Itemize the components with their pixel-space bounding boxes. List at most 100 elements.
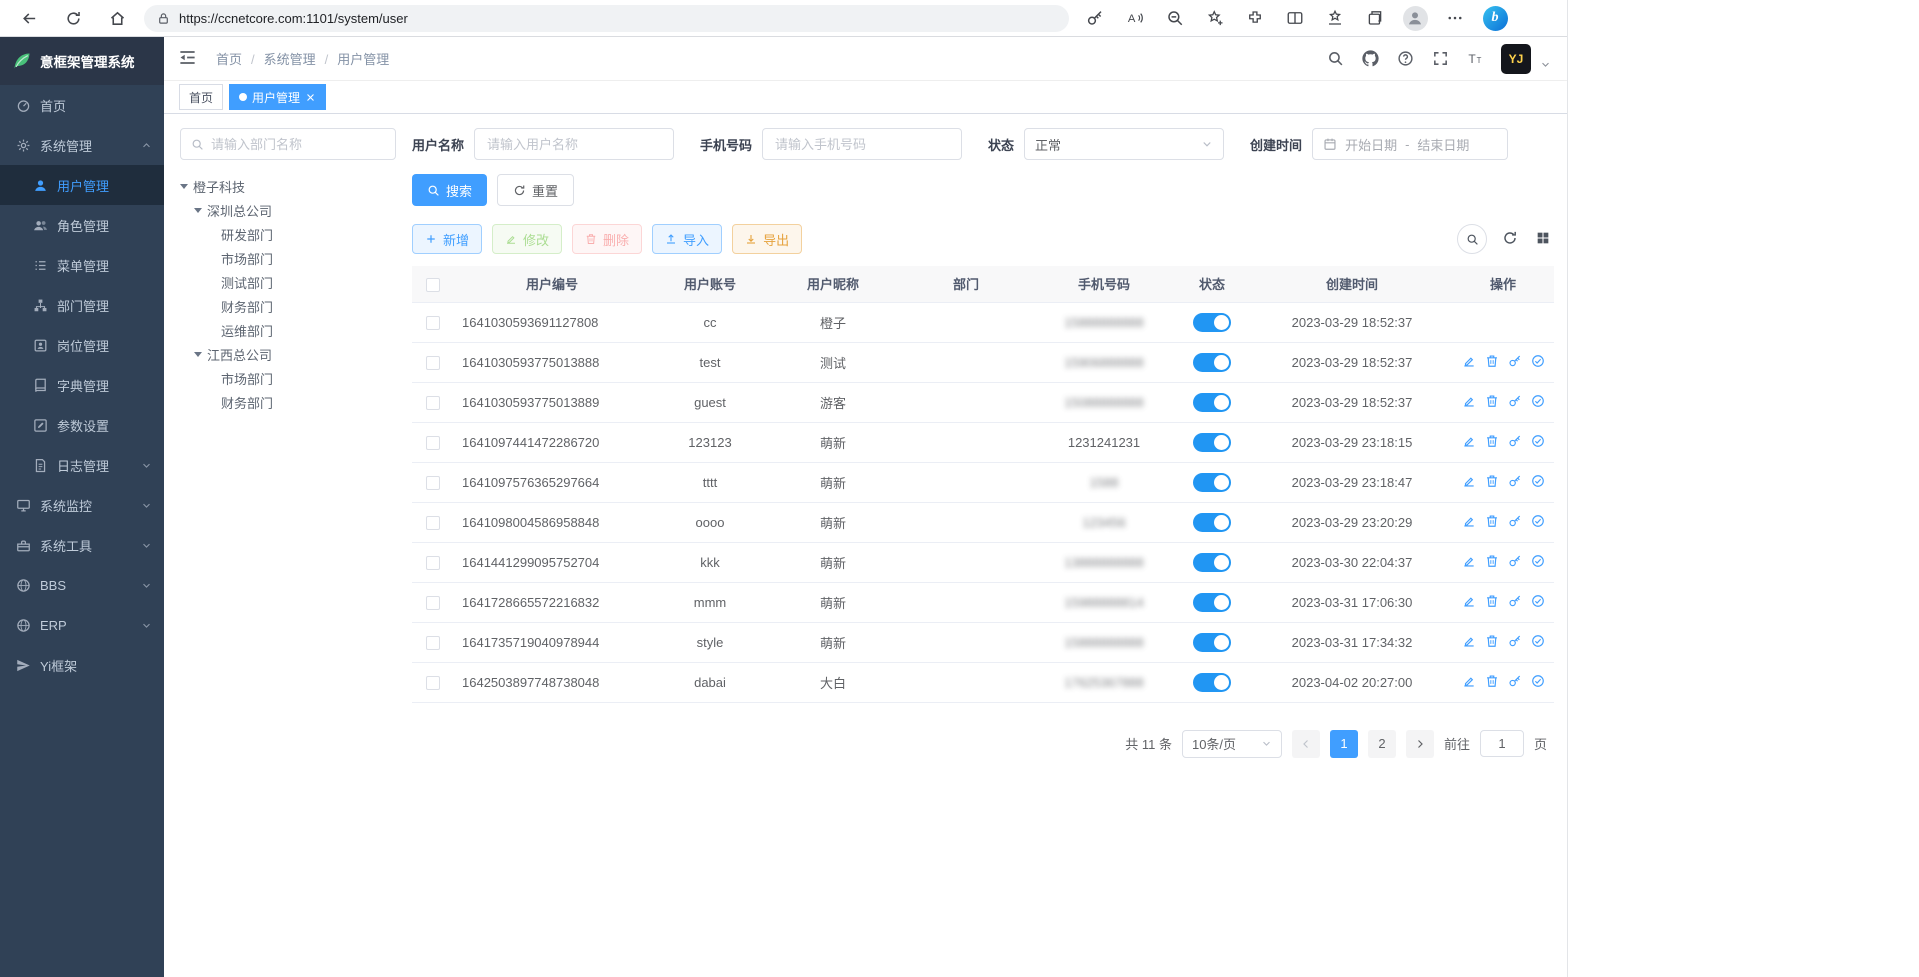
department-search-input[interactable] [211, 137, 385, 152]
row-reset-password-icon[interactable] [1508, 514, 1522, 528]
tree-node[interactable]: 市场部门 [180, 246, 396, 270]
phone-input[interactable] [762, 128, 962, 160]
copilot-icon[interactable]: b [1475, 3, 1515, 33]
browser-profile-avatar[interactable] [1395, 3, 1435, 33]
row-checkbox[interactable] [426, 556, 440, 570]
tree-node[interactable]: 财务部门 [180, 294, 396, 318]
reset-button[interactable]: 重置 [497, 174, 574, 206]
export-button[interactable]: 导出 [732, 224, 802, 254]
status-toggle[interactable] [1193, 553, 1231, 572]
row-checkbox[interactable] [426, 396, 440, 410]
table-refresh-button[interactable] [1502, 230, 1520, 248]
search-button[interactable]: 搜索 [412, 174, 487, 206]
column-header[interactable]: 操作 [1452, 266, 1554, 302]
row-reset-password-icon[interactable] [1508, 634, 1522, 648]
status-select[interactable]: 正常 [1024, 128, 1224, 160]
tree-node[interactable]: 江西总公司 [180, 342, 396, 366]
username-input[interactable] [474, 128, 674, 160]
column-header[interactable]: 状态 [1172, 266, 1252, 302]
row-checkbox[interactable] [426, 436, 440, 450]
view-tab[interactable]: 首页 [179, 84, 223, 110]
row-assign-role-icon[interactable] [1531, 514, 1545, 528]
row-reset-password-icon[interactable] [1508, 474, 1522, 488]
select-all-checkbox[interactable] [426, 278, 440, 292]
sidebar-item-dict-mgmt[interactable]: 字典管理 [0, 365, 164, 405]
row-edit-icon[interactable] [1462, 514, 1476, 528]
row-checkbox[interactable] [426, 316, 440, 330]
row-reset-password-icon[interactable] [1508, 434, 1522, 448]
column-header[interactable]: 部门 [896, 266, 1036, 302]
import-button[interactable]: 导入 [652, 224, 722, 254]
font-size-icon[interactable] [1466, 50, 1484, 68]
row-checkbox[interactable] [426, 476, 440, 490]
row-reset-password-icon[interactable] [1508, 674, 1522, 688]
tree-node[interactable]: 橙子科技 [180, 174, 396, 198]
sidebar-item-menu-mgmt[interactable]: 菜单管理 [0, 245, 164, 285]
status-toggle[interactable] [1193, 593, 1231, 612]
row-delete-icon[interactable] [1485, 594, 1499, 608]
row-reset-password-icon[interactable] [1508, 394, 1522, 408]
user-avatar[interactable]: YJ [1501, 44, 1531, 74]
row-edit-icon[interactable] [1462, 434, 1476, 448]
sidebar-item-post-mgmt[interactable]: 岗位管理 [0, 325, 164, 365]
status-toggle[interactable] [1193, 473, 1231, 492]
sidebar-item-system-monitor[interactable]: 系统监控 [0, 485, 164, 525]
sidebar-item-log-mgmt[interactable]: 日志管理 [0, 445, 164, 485]
tree-node[interactable]: 财务部门 [180, 390, 396, 414]
tree-node[interactable]: 研发部门 [180, 222, 396, 246]
zoom-icon[interactable] [1155, 3, 1195, 33]
sidebar-item-bbs[interactable]: BBS [0, 565, 164, 605]
row-reset-password-icon[interactable] [1508, 554, 1522, 568]
sidebar-item-erp[interactable]: ERP [0, 605, 164, 645]
row-edit-icon[interactable] [1462, 634, 1476, 648]
sidebar-item-home[interactable]: 首页 [0, 85, 164, 125]
favorites-bar-icon[interactable] [1315, 3, 1355, 33]
breadcrumb-item[interactable]: 首页 [216, 49, 242, 68]
column-settings-button[interactable] [1535, 230, 1553, 248]
tree-node[interactable]: 测试部门 [180, 270, 396, 294]
column-header[interactable]: 用户编号 [454, 266, 650, 302]
row-delete-icon[interactable] [1485, 674, 1499, 688]
row-edit-icon[interactable] [1462, 594, 1476, 608]
row-assign-role-icon[interactable] [1531, 394, 1545, 408]
breadcrumb-item[interactable]: 系统管理 [242, 49, 316, 68]
tree-node[interactable]: 深圳总公司 [180, 198, 396, 222]
row-delete-icon[interactable] [1485, 554, 1499, 568]
row-delete-icon[interactable] [1485, 434, 1499, 448]
sidebar-item-yi-framework[interactable]: Yi框架 [0, 645, 164, 685]
sidebar-item-system-tools[interactable]: 系统工具 [0, 525, 164, 565]
row-assign-role-icon[interactable] [1531, 634, 1545, 648]
row-delete-icon[interactable] [1485, 514, 1499, 528]
sidebar-item-user-mgmt[interactable]: 用户管理 [0, 165, 164, 205]
sidebar-item-system-mgmt[interactable]: 系统管理 [0, 125, 164, 165]
row-delete-icon[interactable] [1485, 394, 1499, 408]
add-button[interactable]: 新增 [412, 224, 482, 254]
sidebar-item-param-settings[interactable]: 参数设置 [0, 405, 164, 445]
row-delete-icon[interactable] [1485, 634, 1499, 648]
status-toggle[interactable] [1193, 313, 1231, 332]
row-checkbox[interactable] [426, 636, 440, 650]
row-delete-icon[interactable] [1485, 354, 1499, 368]
column-header[interactable]: 手机号码 [1036, 266, 1172, 302]
row-assign-role-icon[interactable] [1531, 434, 1545, 448]
password-key-icon[interactable] [1075, 3, 1115, 33]
extensions-icon[interactable] [1235, 3, 1275, 33]
tree-node[interactable]: 运维部门 [180, 318, 396, 342]
address-bar[interactable]: https://ccnetcore.com:1101/system/user [144, 5, 1069, 32]
row-edit-icon[interactable] [1462, 394, 1476, 408]
status-toggle[interactable] [1193, 433, 1231, 452]
status-toggle[interactable] [1193, 513, 1231, 532]
prev-page-button[interactable] [1292, 730, 1320, 758]
collections-icon[interactable] [1355, 3, 1395, 33]
sidebar-item-role-mgmt[interactable]: 角色管理 [0, 205, 164, 245]
row-edit-icon[interactable] [1462, 474, 1476, 488]
row-assign-role-icon[interactable] [1531, 554, 1545, 568]
fullscreen-icon[interactable] [1431, 50, 1449, 68]
browser-home-button[interactable] [100, 3, 134, 33]
row-edit-icon[interactable] [1462, 554, 1476, 568]
add-favorite-icon[interactable] [1195, 3, 1235, 33]
read-aloud-icon[interactable] [1115, 3, 1155, 33]
delete-button[interactable]: 删除 [572, 224, 642, 254]
row-checkbox[interactable] [426, 516, 440, 530]
header-search-icon[interactable] [1326, 50, 1344, 68]
